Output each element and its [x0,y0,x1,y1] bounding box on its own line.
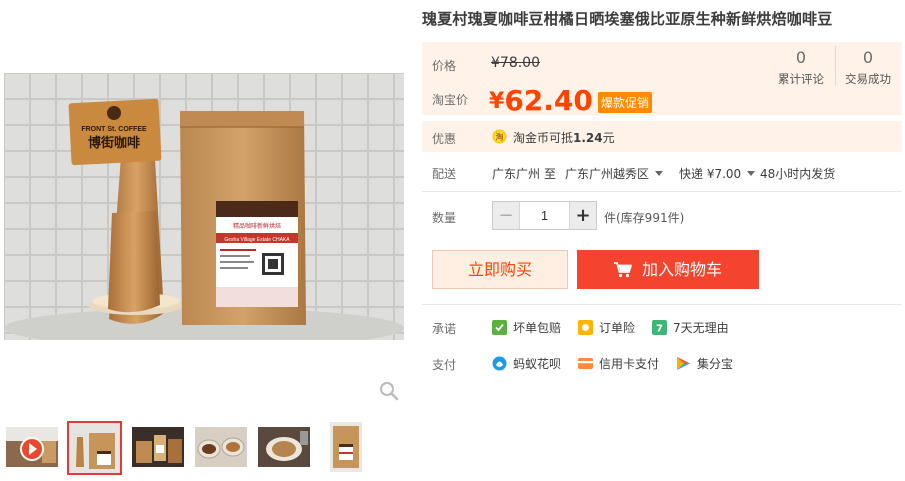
original-price: ¥78.00 [491,55,540,71]
thumb-brewing[interactable] [258,427,310,467]
quantity-minus-button[interactable]: − [493,202,520,229]
coupon-label: 优惠 [432,132,457,146]
coupon-amount: 1.24 [573,131,603,145]
sign-text-en: FRONT St. COFFEE [81,126,147,133]
svg-text:7: 7 [656,324,663,335]
ship-method: 快递 ¥7.00 [679,167,742,181]
original-price-label: 价格 [432,59,457,73]
jifenbao-icon [676,356,691,371]
cart-icon [613,253,632,292]
product-photo: FRONT St. COFFEE 博街咖啡 精品咖啡新鲜烘焙 Gesha Vil… [4,73,404,340]
coupon-text: 淘金币可抵1.24元 [513,129,615,146]
reviews-label: 累计评论 [778,72,824,86]
shipping-label: 配送 [432,167,457,181]
ship-to-word: 至 [544,167,557,181]
stock-text: 件(库存991件) [604,211,685,225]
thumb-video[interactable] [6,427,58,467]
credit-card-icon [578,356,593,371]
thumb-bag-front[interactable] [330,422,362,472]
promises-row: 承诺 坏单包赔 订单险 7 7天无理由 [422,315,902,339]
bag-label-en: Gesha Village Estate CHAKA [224,237,290,243]
promise-label: 坏单包赔 [513,321,562,335]
quantity-row: 数量 − + 件(库存991件) [422,199,902,233]
chevron-down-icon [655,171,664,176]
ship-method-selector[interactable]: 快递 ¥7.00 [679,165,756,182]
currency-symbol: ¥ [489,89,505,114]
ship-to: 广东广州越秀区 [565,167,650,181]
seven-day-return-icon: 7 [652,320,667,335]
coupon-prefix: 淘金币可抵 [513,131,574,145]
thumb-bag[interactable] [67,421,122,475]
svg-text:淘: 淘 [496,132,504,142]
thumb-beans[interactable] [195,427,247,467]
reviews-count: 0 [795,48,807,67]
sign-text-cn: 博街咖啡 [88,135,140,151]
payment-item[interactable]: 蚂蚁花呗 [492,355,561,372]
promises-label: 承诺 [432,322,457,336]
tao-coin-icon: 淘 [492,129,507,144]
sales-stat: 0 交易成功 [836,47,900,87]
sales-count: 0 [862,48,874,67]
ship-to-selector[interactable]: 广东广州越秀区 [565,165,664,182]
payment-method: 集分宝 [697,357,734,371]
ship-from: 广东广州 [492,167,541,181]
payment-label: 支付 [432,358,457,372]
coupon-row: 优惠 淘 淘金币可抵1.24元 [422,121,902,152]
shield-check-icon [492,320,507,335]
quantity-input[interactable] [521,202,568,229]
promise-item[interactable]: 坏单包赔 [492,319,561,336]
payment-method: 信用卡支付 [599,357,660,371]
coupon-suffix: 元 [602,131,615,145]
huabei-icon [492,356,507,371]
quantity-plus-button[interactable]: + [569,202,596,229]
promise-label: 7天无理由 [673,321,729,335]
payment-item[interactable]: 信用卡支付 [578,355,659,372]
promise-label: 订单险 [599,321,636,335]
payment-method: 蚂蚁花呗 [513,357,562,371]
promo-badge: 爆款促销 [598,92,653,113]
add-to-cart-button[interactable]: 加入购物车 [577,250,759,289]
quantity-label: 数量 [432,211,457,225]
payment-item[interactable]: 集分宝 [676,355,733,372]
chevron-down-icon [747,171,756,176]
promise-item[interactable]: 7 7天无理由 [652,319,729,336]
current-price-value: 62.40 [504,84,593,117]
sales-label: 交易成功 [845,72,891,86]
add-to-cart-label: 加入购物车 [641,260,722,279]
product-title: 瑰夏村瑰夏咖啡豆柑橘日晒埃塞俄比亚原生种新鲜烘焙咖啡豆 [422,10,833,28]
shipping-row: 配送 广东广州 至 广东广州越秀区 快递 ¥7.00 48小时内发货 [422,157,902,187]
promise-item[interactable]: 订单险 [578,319,635,336]
divider [422,304,902,305]
current-price-label: 淘宝价 [432,93,469,107]
buy-now-button[interactable]: 立即购买 [432,250,568,289]
divider [422,191,902,192]
quantity-stepper: − + [492,201,597,230]
ship-dispatch: 48小时内发货 [760,167,836,181]
price-panel: 价格 ¥78.00 淘宝价 ¥62.40 爆款促销 0 累计评论 0 交易成功 [422,42,902,117]
insurance-icon [578,320,593,335]
current-price: ¥62.40 [489,84,593,117]
reviews-stat[interactable]: 0 累计评论 [769,47,833,87]
bag-label-cn: 精品咖啡新鲜烘焙 [233,222,281,230]
thumb-packages[interactable] [132,427,184,467]
payment-row: 支付 蚂蚁花呗 信用卡支付 集分宝 [422,351,902,375]
zoom-icon[interactable] [379,381,399,401]
thumbnail-strip [4,421,404,477]
main-product-image[interactable]: FRONT St. COFFEE 博街咖啡 精品咖啡新鲜烘焙 Gesha Vil… [4,73,404,340]
